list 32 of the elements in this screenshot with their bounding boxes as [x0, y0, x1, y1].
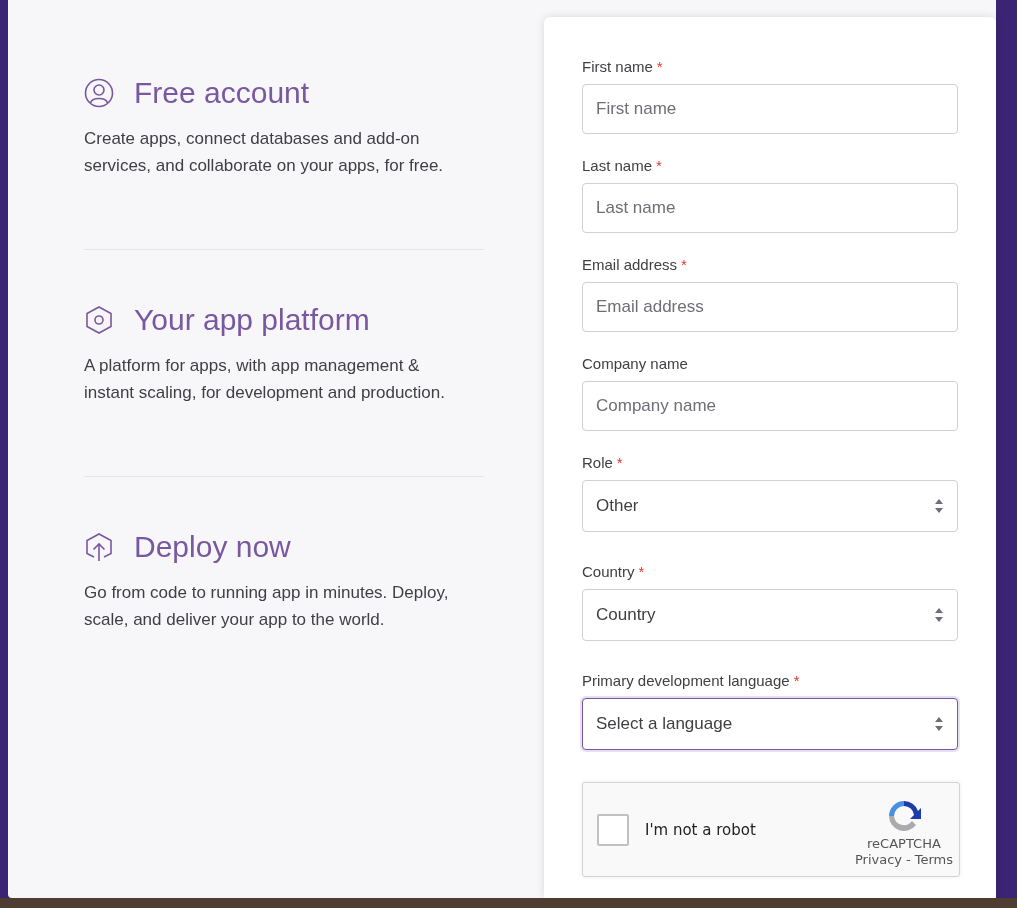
captcha-brand: reCAPTCHA	[867, 835, 941, 851]
field-label: Email address *	[582, 255, 688, 275]
dropdown-select[interactable]: Other	[582, 480, 958, 532]
text-input-field[interactable]: Email address	[582, 282, 958, 332]
hexagon-icon	[84, 305, 114, 335]
feature-description: Go from code to running app in minutes. Deploy, scale, and deliver your app to the world.	[84, 582, 450, 631]
select-arrows-icon	[934, 607, 944, 623]
field-label: Last name *	[582, 156, 663, 176]
field-label: First name *	[582, 57, 664, 77]
feature-description: A platform for apps, with app management & instant scaling, for development and production.	[84, 355, 446, 404]
feature-description: Create apps, connect databases and add-on services, and collaborate on your apps, for free.	[84, 128, 445, 177]
feature-title: Deploy now	[134, 530, 291, 564]
privacy-link[interactable]: Privacy	[854, 851, 902, 867]
field-label: Country *	[582, 562, 646, 582]
dropdown-select[interactable]: Select a language	[582, 698, 958, 750]
field-label: Company name	[582, 354, 689, 374]
text-input-field[interactable]: First name	[582, 84, 958, 134]
select-arrows-icon	[934, 716, 944, 732]
captcha-label: I'm not a robot	[645, 820, 757, 839]
field-label: Role *	[582, 453, 624, 473]
select-arrows-icon	[934, 498, 944, 514]
text-input-field[interactable]: Company name	[582, 381, 958, 431]
captcha-checkbox[interactable]	[597, 813, 629, 846]
field-label: Primary development language *	[582, 671, 801, 691]
feature-title: Free account	[134, 76, 310, 110]
terms-link[interactable]: Terms	[914, 851, 953, 867]
text-input-field[interactable]: Last name	[582, 183, 958, 233]
feature-title: Your app platform	[134, 303, 370, 337]
dropdown-select[interactable]: Country	[582, 589, 958, 641]
upload-hexagon-icon	[84, 532, 114, 562]
user-icon	[84, 78, 114, 108]
link-separator: -	[906, 851, 911, 867]
